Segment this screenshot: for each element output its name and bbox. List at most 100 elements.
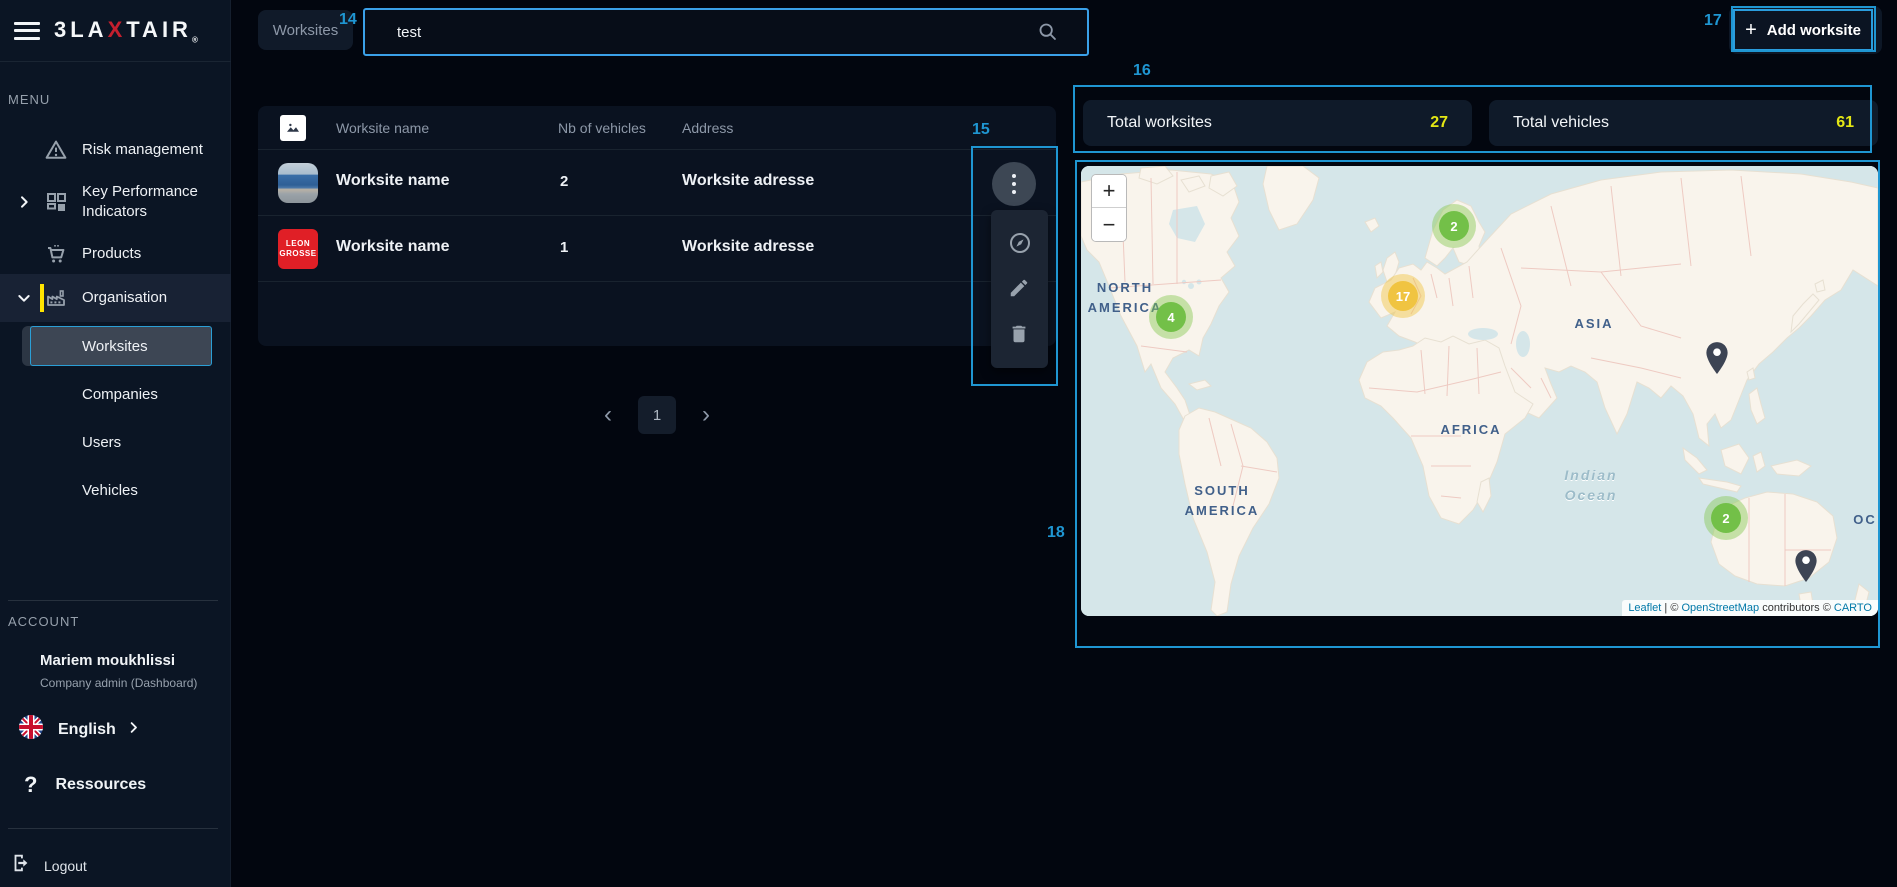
chevron-right-icon[interactable] (16, 194, 32, 210)
marker-cluster-north-america[interactable]: 4 (1156, 302, 1186, 332)
resources-label: Ressources (55, 776, 146, 794)
sidebar-subitem-label: Companies (82, 386, 158, 403)
explore-compass-button[interactable] (1008, 231, 1032, 255)
map-pin-south-china[interactable] (1704, 341, 1730, 375)
marker-cluster-australia[interactable]: 2 (1711, 503, 1741, 533)
logo-x: X (108, 17, 127, 42)
carto-link[interactable]: CARTO (1834, 602, 1872, 614)
registered-mark: ® (192, 35, 198, 44)
openstreetmap-link[interactable]: OpenStreetMap (1681, 602, 1759, 614)
cluster-count: 17 (1396, 289, 1410, 304)
attribution-text: contributors © (1759, 602, 1834, 614)
logo-text: LEON (286, 239, 310, 249)
marker-cluster-france[interactable]: 17 (1388, 281, 1418, 311)
map-zoom-control: + − (1091, 174, 1127, 242)
resources-link[interactable]: ? Ressources (24, 772, 146, 798)
chevron-right-icon (126, 720, 141, 740)
add-worksite-label: Add worksite (1767, 22, 1861, 39)
column-header-address[interactable]: Address (682, 120, 733, 136)
address-cell: Worksite adresse (682, 172, 814, 190)
table-row[interactable]: Worksite name 2 Worksite adresse (258, 150, 1056, 216)
table-row[interactable]: LEON GROSSE Worksite name 1 Worksite adr… (258, 216, 1056, 282)
next-page-button[interactable]: › (702, 403, 710, 427)
map-label-south-america: SOUTH AMERICA (1177, 481, 1267, 520)
sidebar-subitem-users[interactable]: Users (0, 418, 231, 466)
sidebar-subitem-companies[interactable]: Companies (0, 370, 231, 418)
sidebar-item-products[interactable]: Products (0, 230, 231, 278)
user-role: Company admin (Dashboard) (40, 676, 197, 690)
sidebar-item-kpi[interactable]: Key Performance Indicators (0, 174, 231, 230)
cluster-count: 2 (1450, 219, 1457, 234)
zoom-in-button[interactable]: + (1092, 175, 1126, 208)
sidebar-divider (8, 828, 218, 829)
sidebar-item-label: Products (82, 244, 223, 264)
question-mark-icon: ? (24, 772, 37, 798)
cart-icon (44, 242, 68, 266)
logo-suffix: TAIR (126, 17, 192, 42)
marker-cluster-scandinavia[interactable]: 2 (1439, 211, 1469, 241)
worksite-name-cell: Worksite name (336, 238, 450, 256)
row-actions-menu (991, 210, 1048, 368)
map-attribution: Leaflet | © OpenStreetMap contributors ©… (1622, 600, 1878, 616)
logout-button[interactable]: Logout (10, 852, 87, 879)
sidebar-subitem-worksites[interactable]: Worksites (0, 322, 231, 370)
worksite-photo-thumbnail (278, 163, 318, 203)
hamburger-menu-icon[interactable] (14, 22, 40, 40)
language-selector[interactable]: English (18, 714, 141, 745)
search-input[interactable] (365, 24, 1037, 41)
edit-pencil-button[interactable] (1008, 277, 1032, 301)
row-actions-kebab-button[interactable] (992, 162, 1036, 206)
image-placeholder-icon (280, 115, 306, 141)
column-header-vehicles[interactable]: Nb of vehicles (558, 120, 646, 136)
sidebar-item-organisation[interactable]: Organisation (0, 274, 231, 322)
chevron-down-icon[interactable] (16, 290, 32, 306)
delete-trash-button[interactable] (1008, 323, 1032, 347)
sidebar-subitem-vehicles[interactable]: Vehicles (0, 466, 231, 514)
pagination: ‹ 1 › (258, 383, 1056, 447)
table-header: Worksite name Nb of vehicles Address (258, 106, 1056, 150)
search-bar (363, 8, 1089, 56)
cluster-count: 4 (1167, 310, 1174, 325)
previous-page-button[interactable]: ‹ (604, 403, 612, 427)
vehicles-count-cell: 2 (560, 173, 568, 190)
page-number-button[interactable]: 1 (638, 396, 676, 434)
map-label-africa: AFRICA (1436, 420, 1506, 440)
worksites-table: Worksite name Nb of vehicles Address Wor… (258, 106, 1056, 346)
map-label-north-america: NORTH AMERICA (1083, 278, 1167, 317)
language-label: English (58, 721, 116, 739)
world-map-svg (1081, 166, 1878, 616)
zoom-out-button[interactable]: − (1092, 208, 1126, 241)
logout-label: Logout (44, 858, 87, 874)
grid-icon (44, 190, 68, 214)
menu-section-label: MENU (8, 92, 50, 107)
logo-prefix: 3LA (54, 17, 108, 42)
sidebar-subitem-label: Worksites (82, 338, 148, 355)
worksite-name-cell: Worksite name (336, 172, 450, 190)
annotation-18: 18 (1047, 524, 1065, 542)
sidebar-divider (8, 600, 218, 601)
plus-icon: + (1745, 19, 1757, 42)
map-label-indian-ocean: Indian Ocean (1553, 466, 1629, 505)
sidebar-item-risk-management[interactable]: Risk management (0, 126, 231, 174)
annotation-14: 14 (339, 11, 357, 29)
stat-label: Total worksites (1107, 114, 1212, 132)
factory-icon (44, 286, 68, 310)
add-worksite-button[interactable]: + Add worksite (1733, 9, 1873, 51)
attribution-text: | © (1661, 602, 1681, 614)
sidebar-subitem-label: Users (82, 434, 121, 451)
sidebar-item-label: Organisation (82, 288, 223, 308)
leaflet-link[interactable]: Leaflet (1628, 602, 1661, 614)
annotation-17: 17 (1704, 12, 1722, 30)
stat-value: 61 (1836, 114, 1854, 132)
worksites-map[interactable]: NORTH AMERICA SOUTH AMERICA AFRICA ASIA … (1081, 166, 1878, 616)
map-label-oceania: OC (1845, 510, 1878, 530)
sidebar-item-label: Key Performance Indicators (82, 182, 223, 223)
map-pin-tasmania[interactable] (1793, 549, 1819, 583)
brand-logo: 3LAXTAIR® (54, 17, 198, 44)
map-label-asia: ASIA (1559, 314, 1629, 334)
stat-label: Total vehicles (1513, 114, 1609, 132)
search-icon[interactable] (1037, 21, 1059, 43)
warning-triangle-icon (44, 138, 68, 162)
total-vehicles-card: Total vehicles 61 (1489, 100, 1878, 146)
column-header-name[interactable]: Worksite name (336, 120, 429, 136)
